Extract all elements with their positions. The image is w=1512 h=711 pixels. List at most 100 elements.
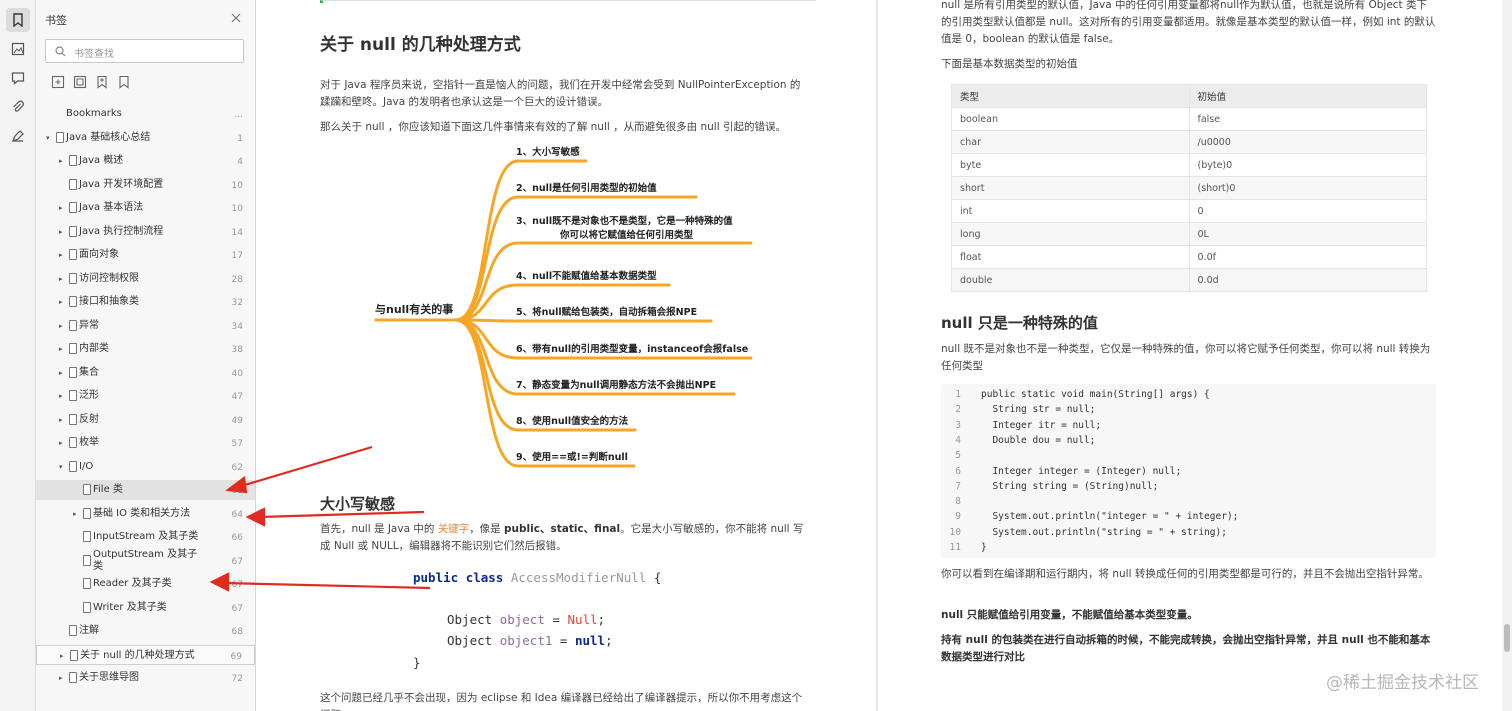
close-icon[interactable]	[228, 10, 244, 26]
footer-paragraph: 这个问题已经几乎不会出现，因为 eclipse 和 Idea 编译器已经给出了编…	[320, 692, 803, 711]
table-cell: float	[951, 245, 1190, 269]
chevron-right-icon[interactable]: ▸	[73, 509, 81, 519]
bookmark-search-input[interactable]: 书签查找	[45, 39, 244, 63]
chevron-right-icon[interactable]: ▸	[59, 321, 67, 331]
code-line-object-wrong: Object object = Null;	[447, 609, 605, 630]
chevron-right-icon[interactable]: ▸	[59, 250, 67, 260]
chevron-right-icon[interactable]: ▸	[59, 297, 67, 307]
bookmark-item-label: 泛形	[79, 390, 99, 401]
bookmark-item[interactable]: OutputStream 及其子类 67	[36, 549, 255, 572]
chevron-right-icon[interactable]: ▸	[60, 651, 68, 661]
bookmark-item[interactable]: Writer 及其子类 67	[36, 598, 255, 618]
add-bookmark-icon[interactable]	[95, 74, 109, 89]
chevron-right-icon[interactable]: ▸	[59, 156, 67, 166]
chevron-right-icon[interactable]: ▸	[59, 344, 67, 354]
bookmark-page-number: 34	[231, 321, 243, 332]
comment-icon[interactable]	[6, 66, 30, 90]
expand-all-icon[interactable]	[51, 74, 65, 89]
bookmark-page-icon	[69, 672, 77, 683]
code-token: {	[653, 570, 662, 585]
mindmap-item-label: 4、null不能赋值给基本数据类型	[516, 271, 657, 282]
bookmark-page-number: 67	[231, 603, 243, 614]
chevron-right-icon[interactable]: ▸	[59, 673, 67, 683]
chevron-right-icon[interactable]: ▸	[59, 391, 67, 401]
bookmark-item[interactable]: ▸ 枚举 57	[36, 433, 255, 453]
signature-icon[interactable]	[6, 124, 30, 148]
case-sensitive-paragraph: 首先，null 是 Java 中的 关键字，像是 public、static、f…	[320, 521, 810, 555]
vertical-scrollbar[interactable]	[1502, 0, 1512, 711]
bookmark-item[interactable]: 注解 68	[36, 621, 255, 641]
bookmark-item[interactable]: ▸ 接口和抽象类 32	[36, 292, 255, 312]
bookmark-item[interactable]: ▸ 泛形 47	[36, 386, 255, 406]
bookmark-item[interactable]: Reader 及其子类 67	[36, 574, 255, 594]
code-token: Object	[447, 612, 493, 627]
bookmark-icon[interactable]	[6, 8, 30, 32]
code-text: Double dou = null;	[981, 434, 1096, 446]
table-row: char/u0000	[951, 130, 1427, 154]
default-values-table-body: 类型 初始值 boolean false char/u0000 byte (byte)0 sh…	[951, 84, 1427, 292]
bookmark-item[interactable]: ▸ 关于 null 的几种处理方式 69	[36, 644, 255, 665]
bookmark-item-label: Java 执行控制流程	[79, 225, 164, 237]
chevron-down-icon[interactable]: ▾	[46, 133, 54, 143]
bookmark-page-icon	[69, 366, 77, 378]
keyword-link[interactable]: 关键字	[438, 523, 470, 535]
code-token: ;	[597, 612, 606, 627]
mindmap-item-label: 5、将null赋给包装类，自动拆箱会报NPE	[516, 307, 698, 318]
bookmark-item[interactable]: ▸ Java 执行控制流程 14	[36, 222, 255, 242]
code-token: class	[465, 570, 504, 585]
chevron-right-icon[interactable]: ▸	[59, 227, 67, 237]
code-token: object1	[499, 633, 553, 648]
bookmark-item-label: 反射	[79, 413, 99, 425]
table-row: int 0	[951, 199, 1427, 223]
pdf-page-left: 关于 null 的几种处理方式 对于 Java 程序员来说，空指针一直是恼人的问…	[256, 0, 876, 711]
bookmark-item[interactable]: InputStream 及其子类 66	[36, 527, 255, 547]
thumbnail-icon[interactable]	[6, 37, 30, 61]
bookmark-item[interactable]: ▸ 访问控制权限 28	[36, 269, 255, 289]
code-token: Null	[567, 612, 598, 627]
sidebar-title: 书签	[45, 14, 67, 27]
bookmark-item[interactable]: ▸ 异常 34	[36, 316, 255, 336]
chevron-right-icon[interactable]: ▸	[59, 274, 67, 284]
bookmark-page-icon	[83, 531, 91, 542]
code-text: System.out.println("string = " + string)…	[981, 526, 1227, 538]
bookmark-item[interactable]: ▸ 内部类 38	[36, 339, 255, 359]
bookmark-page-icon	[70, 649, 78, 661]
text-run: ，像是	[469, 523, 501, 535]
bookmark-page-icon	[83, 578, 91, 589]
chevron-right-icon[interactable]: ▸	[59, 368, 67, 378]
chevron-right-icon[interactable]: ▸	[59, 415, 67, 425]
bookmark-page-icon	[69, 249, 77, 260]
bookmark-page-icon	[69, 437, 77, 448]
scrollbar-thumb[interactable]	[1504, 624, 1510, 652]
chevron-right-icon[interactable]: ▸	[59, 438, 67, 448]
bookmark-item[interactable]: File 类 63	[36, 480, 255, 500]
bookmark-page-icon	[83, 601, 91, 613]
bookmark-item-label: Writer 及其子类	[93, 601, 167, 613]
bookmark-settings-icon[interactable]	[117, 74, 131, 89]
code-line-object-right: Object object1 = null;	[447, 630, 613, 651]
bookmark-item[interactable]: ▾ Java 基础核心总结 1	[36, 128, 255, 148]
chevron-down-icon[interactable]: ▾	[59, 462, 67, 472]
bookmark-item[interactable]: Bookmarks...	[36, 104, 255, 124]
bookmark-item[interactable]: ▸ 关于思维导图 72	[36, 668, 255, 688]
bookmark-page-number: 67	[231, 556, 243, 567]
bookmark-page-number: 66	[231, 533, 243, 543]
bookmark-item[interactable]: ▸ Java 基本语法 10	[36, 198, 255, 218]
bookmark-item[interactable]: ▾ I/O 62	[36, 457, 255, 477]
bookmark-item-label: 关于 null 的几种处理方式	[80, 649, 195, 661]
attachment-icon[interactable]	[6, 95, 30, 119]
bookmark-item[interactable]: ▸ 集合 40	[36, 363, 255, 383]
bookmark-item-label: 注解	[79, 625, 99, 636]
bookmark-item[interactable]: Java 开发环境配置 10	[36, 175, 255, 195]
table-cell: char	[951, 130, 1190, 154]
bookmark-item-label: Java 开发环境配置	[79, 178, 164, 190]
collapse-all-icon[interactable]	[73, 74, 87, 89]
table-row: long 0L	[951, 222, 1427, 246]
bookmark-item[interactable]: ▸ 基础 IO 类和相关方法 64	[36, 504, 255, 524]
chevron-right-icon[interactable]: ▸	[59, 203, 67, 213]
bookmark-page-icon	[56, 131, 64, 143]
bookmark-item[interactable]: ▸ 反射 49	[36, 410, 255, 430]
line-number: 5	[955, 450, 961, 462]
bookmark-item[interactable]: ▸ Java 概述 4	[36, 151, 255, 171]
bookmark-item[interactable]: ▸ 面向对象 17	[36, 245, 255, 265]
